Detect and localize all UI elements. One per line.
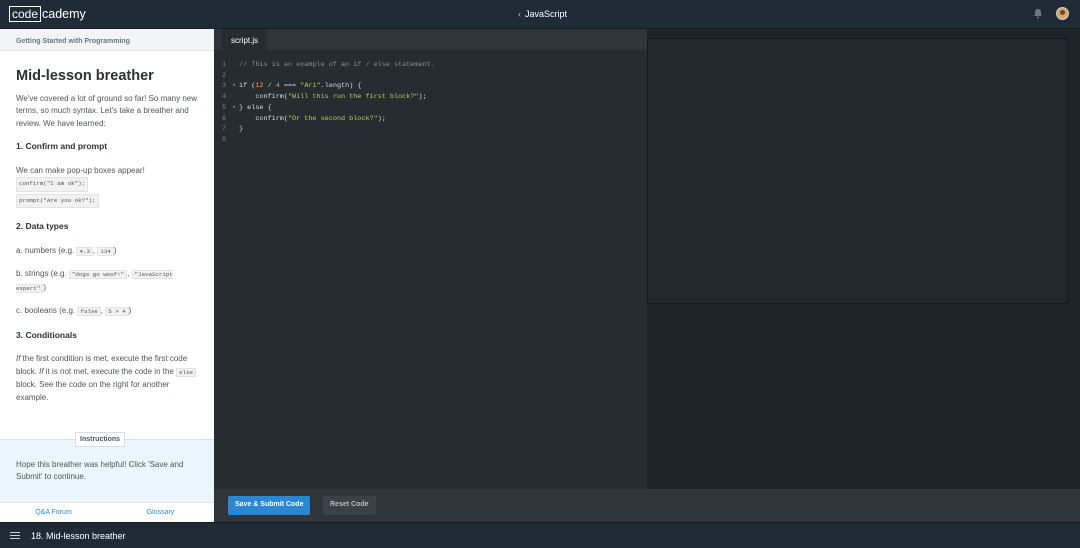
numbers-label: a. numbers (e.g.: [16, 245, 75, 255]
booleans-example: c. booleans (e.g. false, 5 > 4): [16, 306, 132, 316]
conditionals-text: If the first condition is met, execute t…: [16, 353, 198, 404]
code-token: );: [418, 93, 427, 102]
instructions-panel: Instructions Hope this breather was help…: [0, 432, 214, 503]
code-token: }: [239, 125, 244, 134]
strings-close: ): [43, 282, 47, 292]
section-1-text: We can make pop-up boxes appear! confirm…: [16, 165, 198, 211]
lesson-intro: We've covered a lot of ground so far! So…: [16, 93, 198, 128]
code-line[interactable]: 1 // This is an example of an if / else …: [222, 60, 435, 71]
fold-arrow-icon[interactable]: ▾: [232, 103, 239, 114]
code-number-2: 134: [97, 246, 114, 256]
code-editor[interactable]: script.js 1 // This is an example of an …: [214, 29, 647, 489]
code-lines[interactable]: 1 // This is an example of an if / else …: [222, 60, 435, 146]
file-tab-script-js[interactable]: script.js: [222, 29, 268, 50]
code-token: ===: [279, 82, 301, 91]
line-number: 8: [222, 135, 227, 144]
conditionals-part-2: it is not met, execute the code in the: [43, 366, 177, 376]
code-token: {: [263, 103, 272, 112]
code-line[interactable]: 2: [222, 71, 435, 82]
code-token: /: [263, 82, 276, 91]
line-number: 7: [222, 125, 227, 134]
code-token: );: [377, 114, 386, 123]
top-navigation-bar: code cademy ‹ JavaScript: [0, 0, 1080, 29]
fold-arrow-icon[interactable]: ▾: [232, 81, 239, 92]
section-1-description: We can make pop-up boxes appear!: [16, 165, 145, 175]
avatar-face: [1060, 10, 1065, 15]
lesson-navigation-bar: 18. Mid-lesson breather: [0, 522, 1080, 548]
code-line[interactable]: 5 ▾} else {: [222, 103, 435, 114]
code-token: confirm(: [239, 114, 288, 123]
code-token: 12: [255, 82, 264, 91]
booleans-label: c. booleans (e.g.: [16, 306, 76, 315]
course-name: JavaScript: [525, 9, 568, 19]
code-token: .length) {: [320, 82, 362, 91]
code-boolean-2: 5 > 4: [105, 307, 129, 316]
code-token: if: [239, 82, 252, 91]
chevron-left-icon: ‹: [518, 9, 521, 19]
glossary-link[interactable]: Glossary: [107, 503, 214, 523]
logo-rest-text: cademy: [42, 7, 86, 21]
booleans-close: ): [128, 306, 132, 315]
line-number: 2: [222, 71, 227, 80]
course-selector[interactable]: ‹ JavaScript: [518, 9, 567, 19]
line-number: 5: [222, 103, 227, 112]
line-number: 3: [222, 82, 227, 91]
lesson-panel: Getting Started with Programming Mid-les…: [0, 29, 214, 523]
code-number-1: 4.3: [76, 246, 93, 256]
output-area: [647, 29, 1080, 489]
line-number: 4: [222, 93, 227, 102]
code-token: else: [247, 103, 264, 112]
qa-forum-link[interactable]: Q&A Forum: [0, 503, 107, 523]
gutter-space: [232, 135, 239, 146]
browser-preview: [647, 38, 1068, 304]
code-line[interactable]: 8: [222, 135, 435, 146]
code-token: "Or the second block?": [287, 114, 378, 123]
line-number: 6: [222, 114, 227, 123]
strings-example: b. strings (e.g. "dogs go woof!", "JavaS…: [16, 269, 173, 293]
bell-icon[interactable]: [1033, 8, 1043, 19]
code-prompt: prompt("Are you ok?");: [16, 193, 99, 208]
hamburger-menu-icon[interactable]: [10, 532, 20, 541]
code-line[interactable]: 4 confirm("Will this run the first block…: [222, 92, 435, 103]
editor-tab-bar: script.js: [214, 29, 647, 50]
code-token: // This is an example of an if / else st…: [239, 61, 435, 69]
reset-code-button[interactable]: Reset Code: [323, 496, 376, 515]
gutter-space: [232, 114, 239, 125]
lesson-unit-header: Getting Started with Programming: [0, 29, 214, 51]
code-token: }: [239, 103, 248, 112]
gutter-space: [232, 92, 239, 103]
code-line[interactable]: 6 confirm("Or the second block?");: [222, 114, 435, 125]
conditionals-part-3: block. See the code on the right for ano…: [16, 380, 170, 402]
line-number: 1: [222, 61, 227, 69]
section-3-heading: 3. Conditionals: [16, 329, 77, 340]
numbers-close: ): [113, 245, 117, 255]
lesson-footer-links: Q&A Forum Glossary: [0, 502, 214, 523]
codecademy-logo[interactable]: code cademy: [9, 6, 86, 22]
code-confirm: confirm("I am ok");: [16, 177, 89, 192]
code-else: else: [176, 367, 197, 377]
code-token: confirm(: [239, 93, 288, 102]
code-boolean-1: false: [77, 307, 101, 316]
code-line[interactable]: 7 }: [222, 124, 435, 135]
code-string-1: "dogs go woof!": [68, 270, 128, 279]
logo-box-text: code: [9, 6, 42, 22]
code-token: "Will this run the first block?": [287, 93, 419, 102]
lesson-content: Mid-lesson breather We've covered a lot …: [0, 68, 214, 404]
editor-action-bar: Save & Submit Code Reset Code: [214, 489, 1080, 522]
user-avatar[interactable]: [1056, 7, 1069, 20]
numbers-example: a. numbers (e.g. 4.3, 134): [16, 245, 117, 256]
section-1-heading: 1. Confirm and prompt: [16, 141, 108, 151]
save-submit-button[interactable]: Save & Submit Code: [228, 496, 311, 515]
instructions-text: Hope this breather was helpful! Click 'S…: [16, 460, 184, 481]
code-line[interactable]: 3 ▾ if (12 / 4 === "Ari".length) {: [222, 81, 435, 92]
instructions-tab[interactable]: Instructions: [75, 432, 126, 447]
code-token: "Ari": [300, 82, 321, 91]
current-lesson-title[interactable]: 18. Mid-lesson breather: [31, 531, 126, 541]
gutter-space: [232, 60, 239, 71]
lesson-title: Mid-lesson breather: [16, 68, 154, 84]
gutter-space: [232, 124, 239, 135]
section-2-heading: 2. Data types: [16, 221, 69, 231]
gutter-space: [232, 71, 239, 82]
strings-label: b. strings (e.g.: [16, 269, 67, 278]
